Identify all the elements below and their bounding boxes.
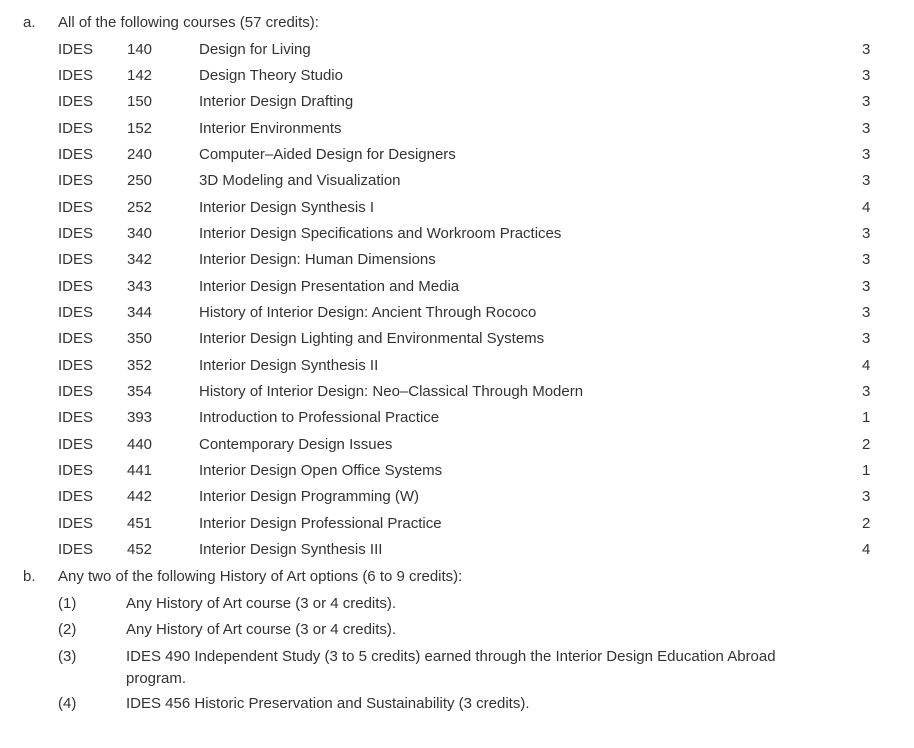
option-marker: (4) <box>58 695 77 712</box>
course-dept: IDES <box>58 198 94 216</box>
course-dept: IDES <box>58 40 94 58</box>
course-credits: 3 <box>862 277 871 295</box>
course-title: Computer–Aided Design for Designers <box>199 145 456 163</box>
course-title: Interior Design Synthesis III <box>199 541 383 559</box>
option-marker: (2) <box>58 621 77 638</box>
course-title: Interior Design Specifications and Workr… <box>199 224 562 242</box>
course-credits: 3 <box>862 383 871 401</box>
course-dept: IDES <box>58 224 94 242</box>
course-number: 340 <box>127 224 153 242</box>
course-title: Design for Living <box>199 40 311 58</box>
course-dept: IDES <box>58 251 94 269</box>
course-dept: IDES <box>58 172 94 190</box>
option-text: Any History of Art course (3 or 4 credit… <box>126 621 397 638</box>
course-number: 352 <box>127 356 153 374</box>
course-title: Interior Design Synthesis I <box>199 198 375 216</box>
option-text: IDES 456 Historic Preservation and Susta… <box>126 695 530 712</box>
course-dept: IDES <box>58 514 94 532</box>
section-a-marker: a. <box>23 14 36 31</box>
course-dept: IDES <box>58 119 94 137</box>
course-number: 343 <box>127 277 153 295</box>
course-credits: 3 <box>862 488 871 506</box>
course-dept: IDES <box>58 409 94 427</box>
course-credits: 4 <box>862 356 871 374</box>
course-title: History of Interior Design: Neo–Classica… <box>199 383 584 401</box>
course-number: 451 <box>127 514 153 532</box>
course-dept: IDES <box>58 145 94 163</box>
course-credits: 3 <box>862 93 871 111</box>
course-credits: 3 <box>862 224 871 242</box>
course-number: 452 <box>127 541 153 559</box>
course-dept: IDES <box>58 93 94 111</box>
course-credits: 3 <box>862 40 871 58</box>
course-credits: 2 <box>862 435 871 453</box>
course-title: Interior Design: Human Dimensions <box>199 251 436 269</box>
section-a-heading: All of the following courses (57 credits… <box>58 14 319 31</box>
course-dept: IDES <box>58 435 94 453</box>
course-credits: 2 <box>862 514 871 532</box>
course-dept: IDES <box>58 66 94 84</box>
course-dept: IDES <box>58 462 94 480</box>
course-title: 3D Modeling and Visualization <box>199 172 401 190</box>
option-marker: (3) <box>58 648 77 665</box>
course-credits: 3 <box>862 119 871 137</box>
course-dept: IDES <box>58 383 94 401</box>
course-dept: IDES <box>58 277 94 295</box>
course-title: Contemporary Design Issues <box>199 435 393 453</box>
course-number: 240 <box>127 145 153 163</box>
course-dept: IDES <box>58 541 94 559</box>
course-dept: IDES <box>58 488 94 506</box>
section-b-marker: b. <box>23 567 36 585</box>
course-title: Interior Design Presentation and Media <box>199 277 460 295</box>
course-number: 441 <box>127 462 153 480</box>
course-number: 342 <box>127 251 153 269</box>
option-text: Any History of Art course (3 or 4 credit… <box>126 595 397 612</box>
course-credits: 3 <box>862 145 871 163</box>
course-number: 440 <box>127 435 153 453</box>
course-number: 150 <box>127 93 153 111</box>
course-credits: 4 <box>862 541 871 559</box>
course-credits: 3 <box>862 330 871 348</box>
course-title: Interior Design Professional Practice <box>199 514 442 532</box>
course-number: 350 <box>127 330 153 348</box>
course-credits: 3 <box>862 251 871 269</box>
course-credits: 3 <box>862 304 871 321</box>
course-dept: IDES <box>58 356 94 374</box>
course-title: History of Interior Design: Ancient Thro… <box>199 304 537 321</box>
course-title: Interior Environments <box>199 119 342 137</box>
course-credits: 4 <box>862 198 871 216</box>
course-number: 152 <box>127 119 153 137</box>
course-number: 250 <box>127 172 153 190</box>
course-credits: 1 <box>862 409 871 427</box>
course-dept: IDES <box>58 304 94 321</box>
course-credits: 3 <box>862 172 871 190</box>
course-number: 344 <box>127 304 153 321</box>
course-title: Interior Design Drafting <box>199 93 354 111</box>
course-number: 442 <box>127 488 153 506</box>
option-marker: (1) <box>58 595 77 612</box>
course-number: 142 <box>127 66 153 84</box>
course-number: 354 <box>127 383 153 401</box>
course-title: Interior Design Open Office Systems <box>199 462 443 480</box>
course-number: 140 <box>127 40 153 58</box>
course-number: 252 <box>127 198 153 216</box>
course-number: 393 <box>127 409 153 427</box>
course-credits: 1 <box>862 462 871 480</box>
course-title: Interior Design Lighting and Environment… <box>199 330 545 348</box>
course-title: Introduction to Professional Practice <box>199 409 440 427</box>
option-text: IDES 490 Independent Study (3 to 5 credi… <box>126 648 776 687</box>
course-title: Interior Design Synthesis II <box>199 356 379 374</box>
course-title: Design Theory Studio <box>199 66 343 84</box>
course-dept: IDES <box>58 330 94 348</box>
section-b-heading: Any two of the following History of Art … <box>58 567 463 585</box>
course-title: Interior Design Programming (W) <box>199 488 420 506</box>
course-credits: 3 <box>862 66 871 84</box>
